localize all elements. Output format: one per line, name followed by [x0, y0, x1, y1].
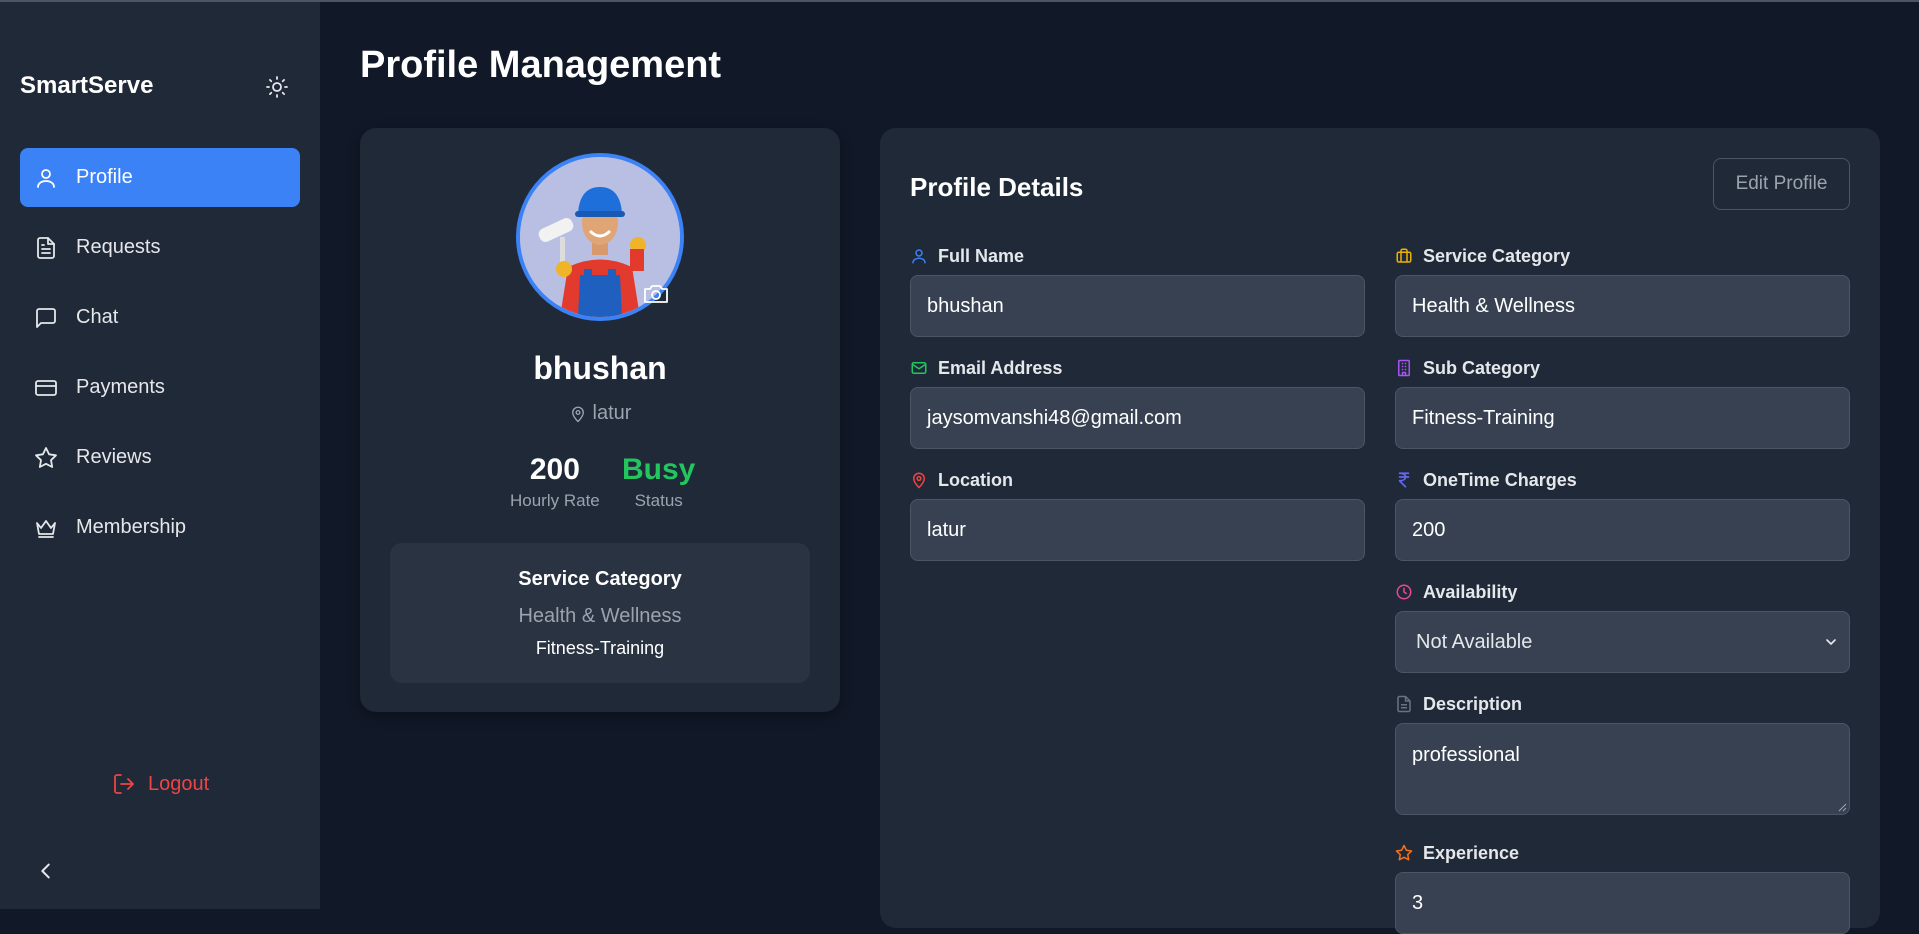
- full-name-label: Full Name: [938, 245, 1025, 266]
- email-field[interactable]: jaysomvanshi48@gmail.com: [910, 387, 1365, 449]
- mail-icon: [911, 362, 927, 374]
- sun-icon: [266, 76, 288, 98]
- chat-icon: [36, 307, 56, 328]
- star-icon: [1395, 844, 1413, 861]
- sidebar: SmartServe Profile Requests Chat Payment…: [0, 0, 320, 909]
- location-label: Location: [938, 469, 1013, 490]
- edit-profile-button[interactable]: Edit Profile: [1713, 158, 1850, 210]
- page-title: Profile Management: [360, 44, 722, 86]
- star-icon: [35, 446, 57, 468]
- sidebar-item-label: Requests: [76, 236, 161, 258]
- sub-category-label: Sub Category: [1423, 357, 1541, 378]
- description-label: Description: [1423, 693, 1523, 714]
- sidebar-item-reviews[interactable]: Reviews: [20, 428, 300, 487]
- crown-icon: [36, 519, 56, 538]
- resize-handle-icon[interactable]: [1837, 802, 1847, 812]
- document-icon: [1397, 695, 1411, 713]
- experience-field[interactable]: 3: [1395, 872, 1850, 934]
- hourly-rate-stat: 200 Hourly Rate: [510, 453, 600, 511]
- logout-icon: [114, 774, 134, 794]
- sidebar-item-label: Reviews: [76, 446, 152, 468]
- profile-location-text: latur: [592, 402, 632, 424]
- service-category-field-group: Service Category Health & Wellness: [1395, 245, 1850, 337]
- logout-label: Logout: [148, 772, 210, 795]
- window-top-border: [0, 0, 1919, 2]
- description-textarea[interactable]: professional: [1395, 723, 1850, 815]
- chevron-down-icon: [1826, 639, 1836, 645]
- collapse-sidebar-button[interactable]: [22, 852, 70, 890]
- availability-label: Availability: [1423, 581, 1518, 602]
- onetime-charges-label: OneTime Charges: [1423, 469, 1577, 490]
- full-name-field-group: Full Name bhushan: [910, 245, 1365, 337]
- sidebar-item-payments[interactable]: Payments: [20, 358, 300, 417]
- details-title: Profile Details: [910, 172, 1084, 202]
- profile-location: latur: [360, 402, 840, 425]
- camera-icon[interactable]: [642, 282, 670, 306]
- availability-select[interactable]: Not Available: [1395, 611, 1850, 673]
- availability-value: Not Available: [1416, 630, 1533, 653]
- status-stat: Busy Status: [622, 453, 695, 511]
- profile-summary-card: bhushan latur 200 Hourly Rate Busy Statu…: [360, 128, 840, 712]
- service-box-category: Health & Wellness: [518, 605, 682, 627]
- experience-label: Experience: [1423, 842, 1520, 863]
- sub-category-field[interactable]: Fitness-Training: [1395, 387, 1850, 449]
- profile-details-card: Profile Details Edit Profile Full Name b…: [880, 128, 1880, 934]
- service-category-box: Service Category Health & Wellness Fitne…: [390, 543, 810, 683]
- brand-logo: SmartServe: [20, 72, 154, 99]
- service-category-field[interactable]: Health & Wellness: [1395, 275, 1850, 337]
- sidebar-item-label: Profile: [76, 166, 133, 188]
- rupee-icon: [1398, 472, 1410, 488]
- service-category-label: Service Category: [1423, 245, 1571, 266]
- clock-icon: [1396, 584, 1412, 600]
- document-icon: [37, 236, 55, 259]
- sidebar-item-label: Chat: [76, 306, 119, 328]
- profile-name: bhushan: [533, 350, 667, 386]
- user-icon: [37, 168, 55, 188]
- description-value: professional: [1412, 744, 1520, 766]
- hourly-rate-label: Hourly Rate: [510, 491, 600, 510]
- sidebar-item-requests[interactable]: Requests: [20, 218, 300, 277]
- sidebar-item-label: Membership: [76, 516, 187, 538]
- onetime-charges-field-group: OneTime Charges 200: [1395, 469, 1850, 561]
- briefcase-icon: [1396, 248, 1412, 263]
- sub-category-field-group: Sub Category Fitness-Training: [1395, 357, 1850, 449]
- map-pin-icon: [912, 472, 926, 489]
- location-field[interactable]: latur: [910, 499, 1365, 561]
- sidebar-item-chat[interactable]: Chat: [20, 288, 300, 347]
- email-label: Email Address: [938, 357, 1063, 378]
- availability-field-group: Availability Not Available: [1395, 581, 1850, 673]
- status-label: Status: [634, 491, 683, 510]
- service-box-title: Service Category: [518, 568, 682, 590]
- building-icon: [1398, 359, 1410, 377]
- location-field-group: Location latur: [910, 469, 1365, 561]
- sidebar-item-profile[interactable]: Profile: [20, 148, 300, 207]
- user-icon: [912, 249, 926, 264]
- hourly-rate-value: 200: [529, 453, 580, 486]
- sidebar-item-label: Payments: [76, 376, 165, 398]
- map-pin-icon: [571, 406, 584, 422]
- logout-button[interactable]: Logout: [112, 772, 209, 796]
- onetime-charges-field[interactable]: 200: [1395, 499, 1850, 561]
- status-badge: Busy: [622, 453, 696, 486]
- sidebar-item-membership[interactable]: Membership: [20, 498, 300, 557]
- full-name-field[interactable]: bhushan: [910, 275, 1365, 337]
- theme-toggle-button[interactable]: [262, 72, 292, 102]
- sidebar-nav: Profile Requests Chat Payments Reviews M…: [20, 148, 300, 568]
- service-box-subcategory: Fitness-Training: [535, 638, 665, 658]
- email-field-group: Email Address jaysomvanshi48@gmail.com: [910, 357, 1365, 449]
- chevron-left-icon: [41, 863, 50, 879]
- description-field-group: Description professional: [1395, 693, 1850, 815]
- experience-field-group: Experience 3: [1395, 842, 1850, 934]
- credit-card-icon: [35, 379, 57, 396]
